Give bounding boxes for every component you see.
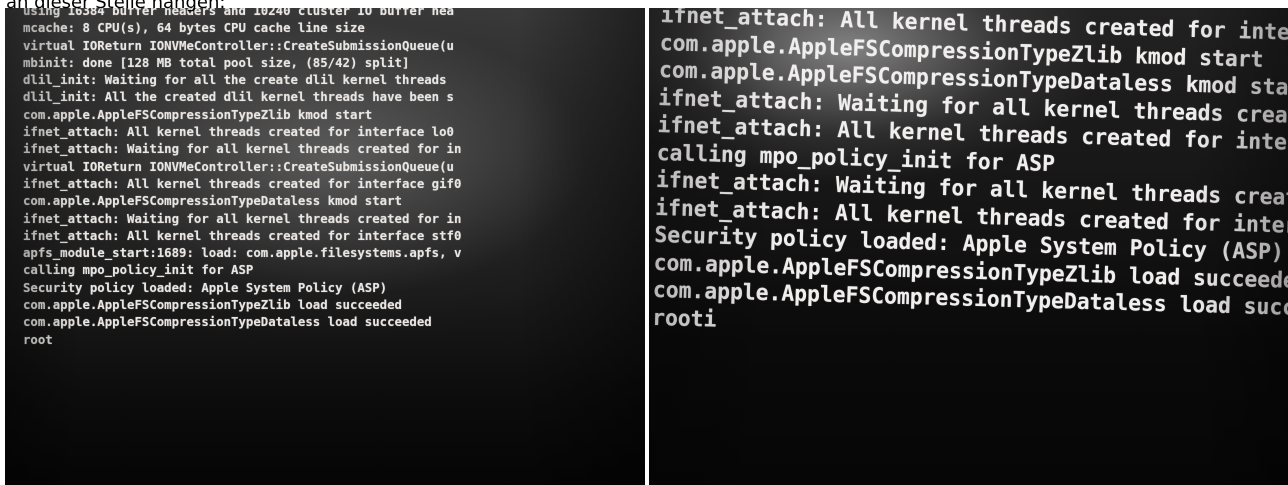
caption-text: an dieser Stelle hängen: bbox=[6, 0, 226, 13]
console-line: dlil_init: Waiting for all the create dl… bbox=[23, 72, 447, 88]
boot-log-photo-left: using 16384 buffer headers and 10240 clu… bbox=[5, 8, 645, 485]
console-line: Security policy loaded: Apple System Pol… bbox=[23, 279, 388, 295]
console-line: ifnet_attach: All kernel threads created… bbox=[23, 227, 462, 243]
console-line: mcache: 8 CPU(s), 64 bytes CPU cache lin… bbox=[23, 20, 365, 36]
console-line: com.apple.AppleFSCompressionTypeDataless… bbox=[23, 193, 402, 209]
console-line: com.apple.AppleFSCompressionTypeDataless… bbox=[23, 314, 432, 330]
console-line: virtual IOReturn IONVMeController::Creat… bbox=[23, 37, 454, 53]
console-line: mbinit: done [128 MB total pool size, (8… bbox=[23, 54, 410, 70]
console-line: ifnet_attach: Waiting for all kernel thr… bbox=[23, 210, 462, 226]
console-line: dlil_init: All the created dlil kernel t… bbox=[23, 89, 454, 105]
console-line: ifnet_attach: All kernel threads created… bbox=[23, 175, 462, 191]
console-line: calling mpo_policy_init for ASP bbox=[23, 262, 254, 278]
console-line: root bbox=[23, 331, 53, 347]
console-line: com.apple.AppleFSCompressionTypeZlib kmo… bbox=[23, 106, 373, 122]
boot-log-lines-left: using 16384 buffer headers and 10240 clu… bbox=[23, 8, 645, 348]
console-line: com.apple.AppleFSCompressionTypeZlib loa… bbox=[23, 297, 402, 313]
boot-log-photo-right-zoomed: ifnet_attach: All kernel threads created… bbox=[649, 8, 1288, 485]
console-line: ifnet_attach: All kernel threads created… bbox=[23, 124, 454, 140]
console-line: virtual IOReturn IONVMeController::Creat… bbox=[23, 158, 454, 174]
console-line: apfs_module_start:1689: load: com.apple.… bbox=[23, 245, 462, 261]
forum-post-image: an dieser Stelle hängen: using 16384 buf… bbox=[0, 0, 1288, 485]
boot-log-lines-right: ifnet_attach: All kernel threads created… bbox=[652, 8, 1288, 356]
console-line: ifnet_attach: Waiting for all kernel thr… bbox=[23, 141, 462, 157]
